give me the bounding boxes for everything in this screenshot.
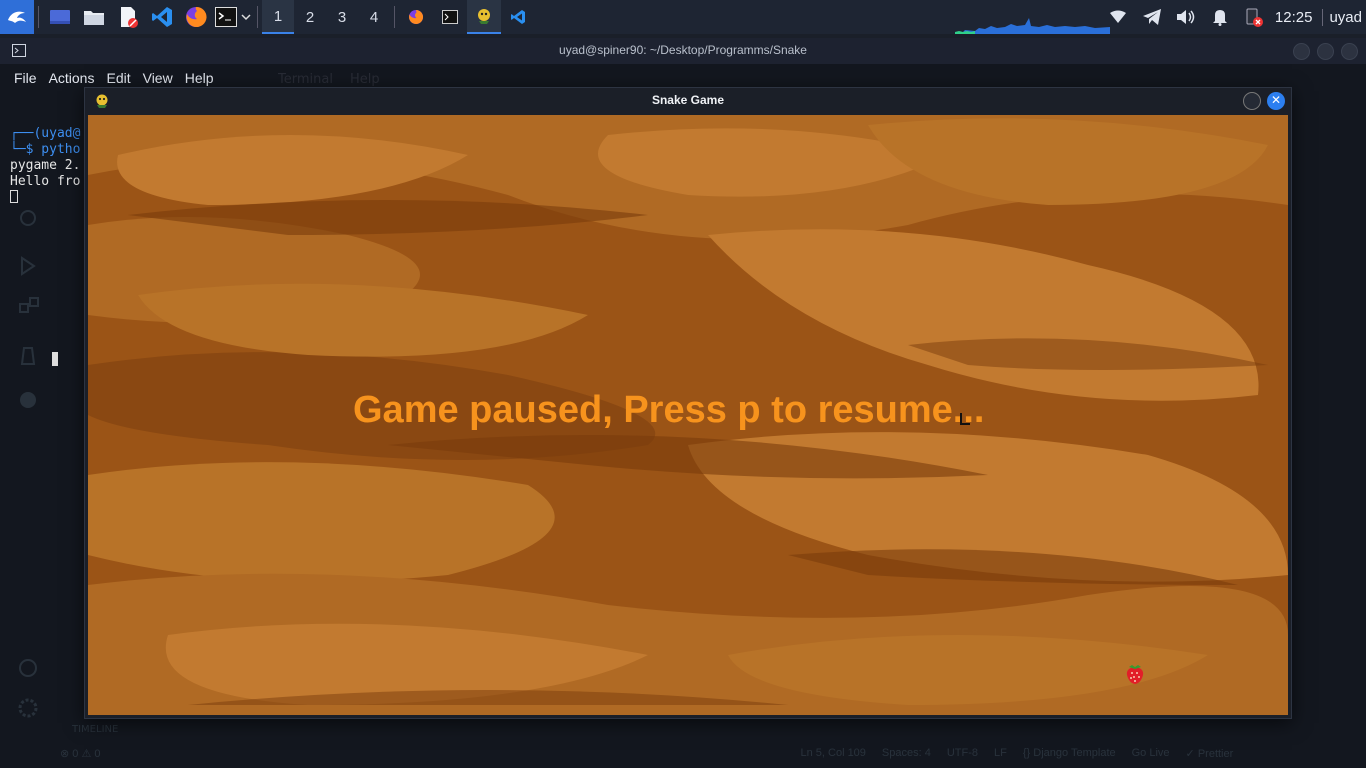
game-canvas[interactable]: Game paused, Press p to resume...: [88, 115, 1288, 715]
chevron-down-icon[interactable]: [241, 13, 251, 21]
terminal-command: └─$ pytho: [10, 142, 81, 157]
vscode-launcher[interactable]: [145, 0, 179, 34]
kali-menu-button[interactable]: [0, 0, 34, 34]
task-firefox[interactable]: [399, 0, 433, 34]
workspace-4[interactable]: 4: [358, 0, 390, 34]
taskbar: 1 2 3 4 12:25 uyad: [0, 0, 1366, 34]
terminal-close-button[interactable]: [1341, 43, 1358, 60]
text-cursor: [52, 352, 58, 366]
task-vscode[interactable]: [501, 0, 535, 34]
menu-actions[interactable]: Actions: [43, 70, 101, 86]
ghost-account-icons: [18, 659, 38, 718]
system-tray: 12:25 uyad: [1101, 0, 1366, 34]
ghost-status-spaces: Spaces: 4: [881, 747, 931, 759]
terminal-output[interactable]: ┌──(uyad@ └─$ pytho pygame 2. Hello fro: [10, 110, 80, 208]
ghost-menu-terminal: Terminal: [278, 72, 333, 87]
terminal-output-line: Hello fro: [10, 174, 81, 189]
wifi-icon: [1109, 10, 1126, 23]
power-status-button[interactable]: [1237, 0, 1271, 34]
bell-icon: [1212, 10, 1227, 26]
kali-dragon-icon: [8, 11, 26, 23]
workspace-2[interactable]: 2: [294, 0, 326, 34]
ghost-status-eol: LF: [994, 747, 1007, 759]
battery-error-icon: [1246, 8, 1263, 27]
terminal-title: uyad@spiner90: ~/Desktop/Programms/Snake: [559, 43, 807, 57]
firefox-icon: [186, 6, 207, 27]
taskbar-separator: [394, 6, 395, 28]
telegram-icon: [1142, 9, 1161, 25]
terminal-prompt: ┌──(uyad@: [10, 126, 81, 141]
pygame-snake-icon: [478, 9, 490, 24]
ghost-status-bar: ⊗ 0 ⚠ 0 Ln 5, Col 109 Spaces: 4 UTF-8 LF…: [0, 742, 1366, 764]
notifications-button[interactable]: [1203, 0, 1237, 34]
text-editor-icon: [121, 7, 138, 28]
task-terminal[interactable]: [433, 0, 467, 34]
strawberry-icon: [1126, 665, 1144, 684]
ghost-menu-help: Help: [350, 72, 380, 87]
show-desktop-button[interactable]: [43, 0, 77, 34]
snake-game-window[interactable]: Snake Game ✕ Game paused, Press p to res…: [84, 87, 1292, 719]
terminal-icon: [442, 10, 458, 24]
ghost-status-language: {} Django Template: [1022, 747, 1116, 759]
terminal-launcher[interactable]: [213, 0, 253, 34]
taskbar-separator: [257, 6, 258, 28]
game-title: Snake Game: [651, 93, 725, 107]
terminal-titlebar[interactable]: uyad@spiner90: ~/Desktop/Programms/Snake: [0, 38, 1366, 64]
menu-help[interactable]: Help: [179, 70, 220, 86]
network-button[interactable]: [1101, 0, 1135, 34]
game-close-button[interactable]: ✕: [1267, 92, 1285, 110]
file-manager-launcher[interactable]: [77, 0, 111, 34]
terminal-cursor: [10, 190, 18, 203]
volume-button[interactable]: [1169, 0, 1203, 34]
ghost-timeline: TIMELINE: [72, 724, 119, 735]
clock[interactable]: 12:25: [1271, 9, 1323, 26]
ghost-status-position: Ln 5, Col 109: [800, 747, 866, 759]
taskbar-separator: [38, 6, 39, 28]
terminal-icon: [215, 7, 237, 27]
volume-icon: [1176, 10, 1195, 24]
workspace-3[interactable]: 3: [326, 0, 358, 34]
ghost-activity-icons: [19, 210, 39, 408]
workspace-1[interactable]: 1: [262, 0, 294, 34]
game-minimize-button[interactable]: [1243, 92, 1261, 110]
menu-file[interactable]: File: [8, 70, 43, 86]
desktop-icon: [50, 10, 70, 24]
menu-view[interactable]: View: [137, 70, 179, 86]
ghost-status-prettier: ✓ Prettier: [1185, 747, 1234, 760]
ghost-status-encoding: UTF-8: [946, 747, 979, 759]
terminal-output-line: pygame 2.: [10, 158, 81, 173]
terminal-maximize-button[interactable]: [1317, 43, 1334, 60]
vscode-icon: [152, 7, 172, 27]
pause-message: Game paused, Press p to resume...: [353, 389, 985, 431]
ghost-status-golive: Go Live: [1131, 747, 1170, 759]
cpu-usage-graph: [955, 18, 1110, 34]
firefox-icon: [409, 9, 424, 24]
vscode-icon: [511, 10, 525, 24]
mouse-cursor: [960, 413, 970, 425]
telegram-tray-button[interactable]: [1135, 0, 1169, 34]
folder-icon: [84, 11, 104, 25]
game-titlebar[interactable]: Snake Game ✕: [85, 88, 1291, 114]
close-icon: ✕: [1270, 93, 1282, 107]
ghost-status-problems: ⊗ 0 ⚠ 0: [60, 747, 101, 760]
terminal-minimize-button[interactable]: [1293, 43, 1310, 60]
text-editor-launcher[interactable]: [111, 0, 145, 34]
menu-edit[interactable]: Edit: [100, 70, 136, 86]
task-snake-game[interactable]: [467, 0, 501, 34]
user-menu[interactable]: uyad: [1322, 8, 1366, 26]
firefox-launcher[interactable]: [179, 0, 213, 34]
